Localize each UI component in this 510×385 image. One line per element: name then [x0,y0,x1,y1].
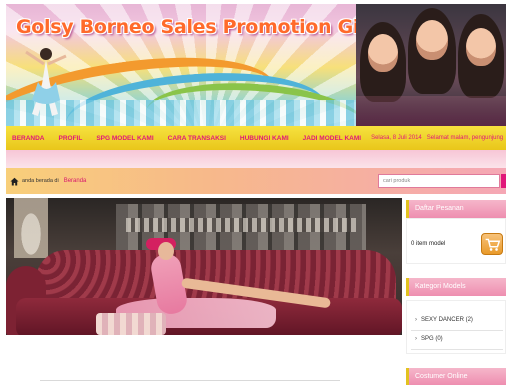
nav-item-jadi-model-kami[interactable]: JADI MODEL KAMI [303,135,361,142]
nav-item-hubungi-kami[interactable]: HUBUNGI KAMI [240,135,289,142]
hero-shelf [126,218,356,232]
home-icon [10,177,19,185]
model-face [368,34,398,72]
hero-lamp [14,198,48,258]
content-divider [40,380,340,381]
nav-item-spg-model-kami[interactable]: SPG MODEL KAMI [96,135,153,142]
nav-date: Selasa, 8 Juli 2014 [371,135,422,141]
cart-panel-title: Daftar Pesanan [406,200,506,218]
chevron-right-icon: › [415,336,417,342]
main-nav: BERANDA PROFIL SPG MODEL KAMI CARA TRANS… [6,126,506,150]
chevron-right-icon: › [415,317,417,323]
models-shadow [356,96,506,126]
search-button[interactable] [501,174,506,188]
nav-item-beranda[interactable]: BERANDA [12,135,45,142]
nav-item-profil[interactable]: PROFIL [59,135,83,142]
nav-item-cara-transaksi[interactable]: CARA TRANSAKSI [168,135,226,142]
category-panel: › SEXY DANCER (2) › SPG (0) [406,300,506,354]
category-item-label: SEXY DANCER (2) [421,317,473,323]
hero-model-head [158,242,174,260]
model-face [466,28,496,66]
cart-panel: 0 item model [406,218,506,264]
category-divider [411,330,503,331]
site-banner: Golsy Borneo Sales Promotion Girls Agenc… [6,4,506,126]
hero-photo [6,198,402,335]
nav-greeting: Selamat malam, pengunjung [426,135,504,141]
breadcrumb-label: anda berada di [22,178,59,184]
breadcrumb-current[interactable]: Beranda [64,178,87,184]
model-face [416,20,448,60]
nav-underline-band [6,150,506,168]
cart-icon[interactable] [481,233,503,255]
category-item[interactable]: › SPG (0) [415,336,443,342]
hero-table [96,313,166,335]
search-input[interactable] [378,174,500,188]
category-item-label: SPG (0) [421,336,443,342]
category-divider [411,349,503,350]
online-panel-title: Costumer Online [406,368,506,385]
category-panel-title: Kategori Models [406,278,506,296]
category-item[interactable]: › SEXY DANCER (2) [415,317,473,323]
dancer-illustration [25,48,67,116]
cart-item-count: 0 item model [411,241,446,247]
models-photo [356,4,506,126]
breadcrumb: anda berada di Beranda [6,168,506,194]
